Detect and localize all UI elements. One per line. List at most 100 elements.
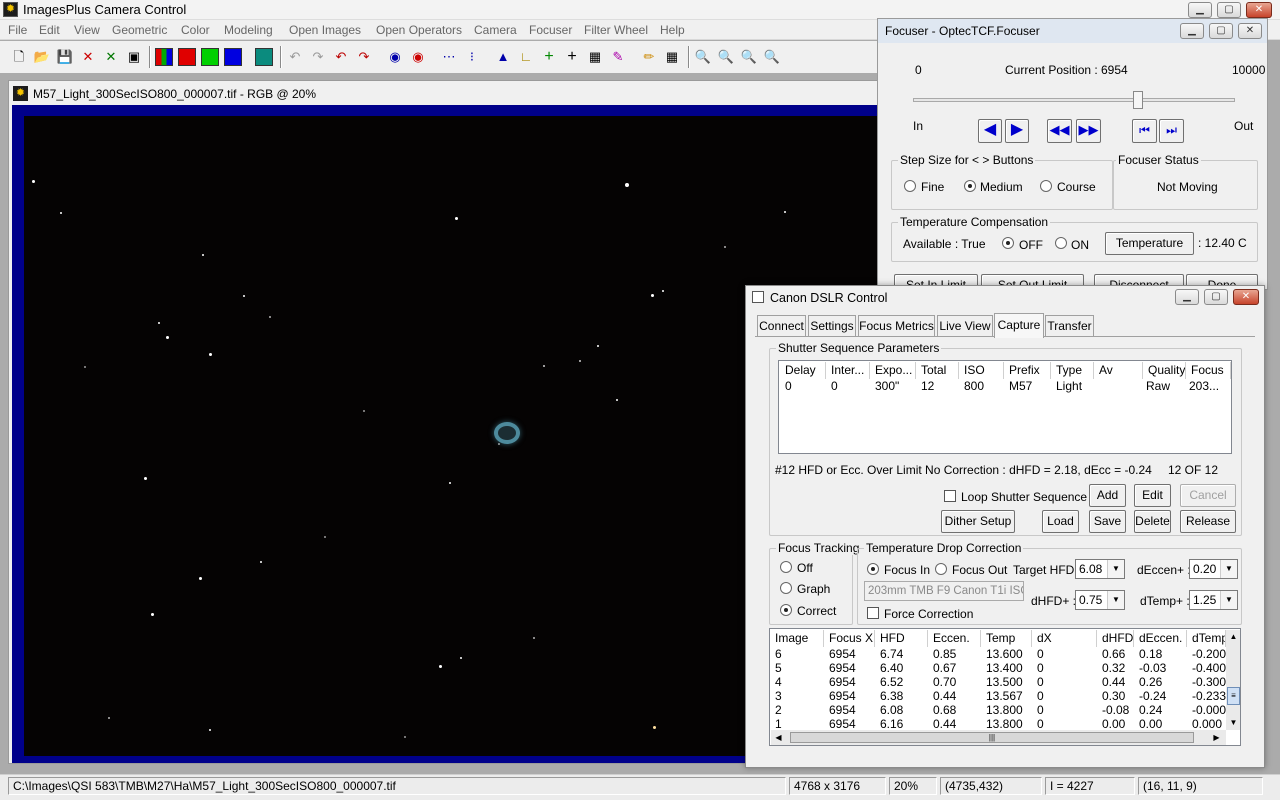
metrics-cell-hfd[interactable]: 6.74 <box>880 647 903 661</box>
metrics-cell-temp[interactable]: 13.600 <box>986 647 1023 661</box>
tab-transfer[interactable]: Transfer <box>1045 315 1094 336</box>
metrics-hscrollbar[interactable]: ◀ ||| ▶ <box>771 730 1226 745</box>
metrics-cell-deccen[interactable]: -0.24 <box>1139 689 1166 703</box>
points-icon[interactable]: ⁝ <box>463 48 481 66</box>
metrics-cell-image[interactable]: 3 <box>775 689 782 703</box>
seq-col-focus[interactable]: Focus <box>1187 362 1231 379</box>
metrics-cell-eccen[interactable]: 0.68 <box>933 703 956 717</box>
metrics-cell-deccen[interactable]: 0.24 <box>1139 703 1162 717</box>
open-folder-icon[interactable]: 📂 <box>33 48 51 66</box>
metrics-cell-dtemp[interactable]: -0.233 <box>1192 689 1226 703</box>
tab-settings[interactable]: Settings <box>808 315 856 336</box>
metrics-cell-dtemp[interactable]: -0.400 <box>1192 661 1226 675</box>
metrics-cell-temp[interactable]: 13.800 <box>986 703 1023 717</box>
metrics-cell-temp[interactable]: 13.800 <box>986 717 1023 731</box>
metrics-cell-deccen[interactable]: -0.03 <box>1139 661 1166 675</box>
menu-camera[interactable]: Camera <box>474 23 517 37</box>
delete-button[interactable]: Delete <box>1134 510 1171 533</box>
menu-file[interactable]: File <box>8 23 27 37</box>
fast-in-button[interactable]: ◀◀ <box>1047 119 1072 143</box>
dither-setup-button[interactable]: Dither Setup <box>941 510 1015 533</box>
metrics-cell-dhfd[interactable]: 0.00 <box>1102 717 1125 731</box>
undo-all-icon[interactable]: ↶ <box>332 48 350 66</box>
seq-cell-type[interactable]: Light <box>1056 379 1082 393</box>
metrics-col-dx[interactable]: dX <box>1033 630 1097 647</box>
metrics-cell-image[interactable]: 4 <box>775 675 782 689</box>
scroll-thumb[interactable]: ≡ <box>1227 687 1240 705</box>
metrics-cell-eccen[interactable]: 0.67 <box>933 661 956 675</box>
metrics-cell-focus-x[interactable]: 6954 <box>829 647 856 661</box>
scroll-left-icon[interactable]: ◀ <box>771 730 786 745</box>
new-file-icon[interactable]: 🗋 <box>10 48 28 66</box>
temperature-button[interactable]: Temperature <box>1105 232 1194 255</box>
histogram-icon[interactable]: ▲ <box>494 48 512 66</box>
dslr-minimize-button[interactable]: ▁ <box>1175 289 1199 305</box>
metrics-cell-focus-x[interactable]: 6954 <box>829 661 856 675</box>
metrics-cell-dtemp[interactable]: 0.000 <box>1192 717 1222 731</box>
blue-channel-icon[interactable] <box>224 48 242 66</box>
menu-help[interactable]: Help <box>660 23 685 37</box>
metrics-cell-image[interactable]: 6 <box>775 647 782 661</box>
zoom-in-icon[interactable]: 🔍 <box>694 48 712 66</box>
metrics-cell-dhfd[interactable]: 0.32 <box>1102 661 1125 675</box>
undo-icon[interactable]: ↶ <box>286 48 304 66</box>
go-out-limit-button[interactable]: ⏭ <box>1159 119 1184 143</box>
focuser-close-button[interactable]: ✕ <box>1238 23 1262 39</box>
focuser-maximize-button[interactable]: ▢ <box>1209 23 1233 39</box>
app-close-button[interactable]: ✕ <box>1246 2 1272 18</box>
metrics-cell-eccen[interactable]: 0.44 <box>933 717 956 731</box>
metrics-cell-hfd[interactable]: 6.52 <box>880 675 903 689</box>
metrics-cell-temp[interactable]: 13.500 <box>986 675 1023 689</box>
metrics-cell-dhfd[interactable]: -0.08 <box>1102 703 1129 717</box>
metrics-cell-dhfd[interactable]: 0.30 <box>1102 689 1125 703</box>
metrics-cell-dhfd[interactable]: 0.44 <box>1102 675 1125 689</box>
metrics-table[interactable]: Image Focus X HFD Eccen. Temp dX dHFD dE… <box>769 628 1241 746</box>
seq-col-av[interactable]: Av <box>1095 362 1143 379</box>
metrics-col-image[interactable]: Image <box>771 630 824 647</box>
seq-col-type[interactable]: Type <box>1052 362 1094 379</box>
grid-icon[interactable]: ▦ <box>663 48 681 66</box>
step-fine-radio[interactable] <box>904 180 916 192</box>
metrics-cell-hfd[interactable]: 6.08 <box>880 703 903 717</box>
metrics-cell-temp[interactable]: 13.400 <box>986 661 1023 675</box>
metrics-cell-hfd[interactable]: 6.38 <box>880 689 903 703</box>
metrics-cell-hfd[interactable]: 6.16 <box>880 717 903 731</box>
seq-col-quality[interactable]: Quality <box>1144 362 1186 379</box>
metrics-cell-focus-x[interactable]: 6954 <box>829 717 856 731</box>
metrics-cell-deccen[interactable]: 0.00 <box>1139 717 1162 731</box>
app-minimize-button[interactable]: ▁ <box>1188 2 1212 18</box>
tab-capture[interactable]: Capture <box>994 313 1044 338</box>
load-button[interactable]: Load <box>1042 510 1079 533</box>
dslr-maximize-button[interactable]: ▢ <box>1204 289 1228 305</box>
loop-sequence-checkbox[interactable] <box>944 490 956 502</box>
close-image-icon[interactable]: ✕ <box>102 48 120 66</box>
focus-in-radio[interactable] <box>867 563 879 575</box>
metrics-cell-eccen[interactable]: 0.85 <box>933 647 956 661</box>
metrics-col-deccen[interactable]: dEccen. <box>1135 630 1187 647</box>
step-medium-radio[interactable] <box>964 180 976 192</box>
app-maximize-button[interactable]: ▢ <box>1217 2 1241 18</box>
metrics-cell-dx[interactable]: 0 <box>1037 703 1044 717</box>
dtemp-plus-select[interactable]: 1.25 ▼ <box>1189 590 1238 610</box>
mark-red-icon[interactable]: ◉ <box>409 48 427 66</box>
metrics-cell-deccen[interactable]: 0.26 <box>1139 675 1162 689</box>
crosshair-green-icon[interactable]: + <box>540 48 558 66</box>
zoom-actual-icon[interactable]: 🔍 <box>763 48 781 66</box>
seq-cell-iso[interactable]: 800 <box>964 379 984 393</box>
seq-col-iso[interactable]: ISO <box>960 362 1004 379</box>
sequence-table[interactable]: Delay Inter... Expo... Total ISO Prefix … <box>778 360 1232 454</box>
seq-cell-delay[interactable]: 0 <box>785 379 792 393</box>
zoom-fit-icon[interactable]: 🔍 <box>740 48 758 66</box>
seq-cell-focus[interactable]: 203... <box>1189 379 1219 393</box>
fast-out-button[interactable]: ▶▶ <box>1076 119 1101 143</box>
focuser-slider-track[interactable] <box>913 91 1235 109</box>
scroll-right-icon[interactable]: ▶ <box>1209 730 1224 745</box>
metrics-col-focus-x[interactable]: Focus X <box>825 630 875 647</box>
metrics-cell-dx[interactable]: 0 <box>1037 689 1044 703</box>
release-button[interactable]: Release <box>1180 510 1236 533</box>
menu-geometric[interactable]: Geometric <box>112 23 167 37</box>
metrics-cell-focus-x[interactable]: 6954 <box>829 703 856 717</box>
metrics-cell-eccen[interactable]: 0.44 <box>933 689 956 703</box>
tracking-graph-radio[interactable] <box>780 582 792 594</box>
red-channel-icon[interactable] <box>178 48 196 66</box>
